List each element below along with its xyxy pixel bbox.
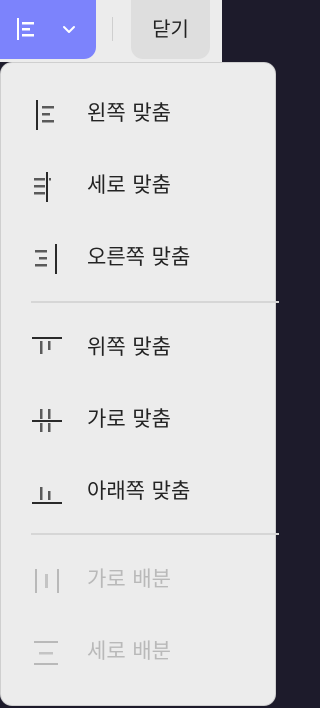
- distribute-vertical-icon: [34, 641, 58, 665]
- menu-item-align-right[interactable]: 오른쪽 맞춤: [1, 231, 275, 283]
- menu-item-label: 세로 배분: [87, 639, 171, 663]
- menu-item-label: 가로 맞춤: [87, 407, 171, 431]
- menu-separator: [31, 301, 279, 303]
- menu-item-label: 아래쪽 맞춤: [87, 479, 191, 503]
- menu-item-align-bottom[interactable]: 아래쪽 맞춤: [1, 465, 275, 517]
- align-top-icon: [32, 337, 62, 354]
- menu-item-label: 오른쪽 맞춤: [87, 245, 191, 269]
- menu-item-align-center-horizontal[interactable]: 가로 맞춤: [1, 393, 275, 445]
- align-menu: 왼쪽 맞춤 세로 맞춤 오른쪽 맞춤 위쪽 맞춤 가로 맞춤 아래쪽 맞춤 가로…: [0, 62, 279, 706]
- menu-separator: [31, 533, 279, 535]
- menu-item-align-center-vertical[interactable]: 세로 맞춤: [1, 159, 275, 211]
- close-button[interactable]: 닫기: [131, 0, 210, 59]
- menu-item-label: 가로 배분: [87, 567, 171, 591]
- toolbar: 닫기: [0, 0, 280, 62]
- menu-item-label: 위쪽 맞춤: [87, 335, 171, 359]
- distribute-horizontal-icon: [35, 569, 59, 593]
- menu-item-align-left[interactable]: 왼쪽 맞춤: [1, 87, 275, 139]
- align-dropdown-button[interactable]: [0, 0, 96, 59]
- menu-item-label: 왼쪽 맞춤: [87, 101, 171, 125]
- align-bottom-icon: [32, 487, 62, 504]
- menu-item-distribute-vertical: 세로 배분: [1, 625, 275, 677]
- toolbar-divider: [112, 17, 113, 41]
- menu-item-distribute-horizontal: 가로 배분: [1, 553, 275, 605]
- align-center-horizontal-icon: [32, 409, 62, 432]
- align-left-icon: [17, 18, 34, 40]
- align-left-icon: [36, 100, 54, 130]
- align-center-vertical-icon: [34, 172, 51, 202]
- menu-item-align-top[interactable]: 위쪽 맞춤: [1, 321, 275, 373]
- menu-item-label: 세로 맞춤: [87, 173, 171, 197]
- chevron-down-icon: [63, 26, 75, 33]
- align-right-icon: [35, 244, 57, 274]
